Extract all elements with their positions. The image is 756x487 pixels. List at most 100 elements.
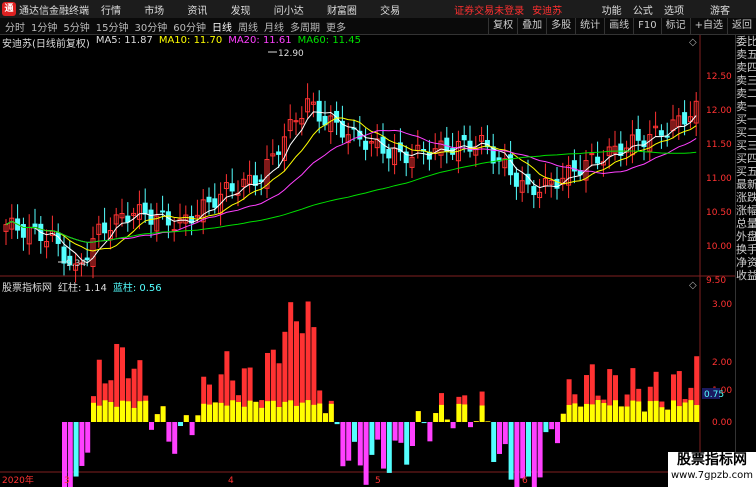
indicator-bar-negative	[352, 422, 357, 442]
indicator-bar-negative	[85, 422, 91, 453]
quote-label: 收益	[736, 269, 756, 282]
quote-label: 外盘	[736, 230, 756, 243]
indicator-bar-negative	[514, 422, 520, 487]
moving-average-lines	[5, 111, 697, 264]
stock-title: 安迪苏(日线前复权)	[2, 39, 90, 50]
indicator-bar-yellow	[601, 403, 607, 422]
indicator-bar-yellow	[433, 413, 439, 422]
indicator-tick: 0.00	[712, 418, 732, 428]
indicator-bar-yellow	[688, 400, 694, 422]
indicator-bar-yellow	[642, 411, 647, 422]
indicator-bar-negative	[73, 422, 79, 477]
indicator-bar-negative	[334, 422, 340, 425]
indicator-bar-negative	[398, 422, 404, 443]
quote-label: 涨幅	[736, 204, 756, 217]
indicator-bar-negative	[427, 422, 433, 442]
quote-side-panel: 委比 卖五 卖四 卖三 卖二 卖一 买一 买二 买三 买四 买五 最新 涨跌 涨…	[735, 35, 756, 487]
indicator-bar-yellow	[584, 403, 589, 422]
indicator-bar-negative	[381, 422, 386, 469]
indicator-bar-negative	[166, 422, 172, 442]
candle-body	[229, 183, 235, 192]
watermark-url: www.7gpzb.com	[671, 470, 753, 481]
indicator-bar-yellow	[114, 406, 120, 422]
indicator-bar-yellow	[294, 405, 299, 422]
indicator-bar-yellow	[102, 400, 108, 422]
quote-label: 卖五	[736, 48, 756, 61]
candle-body	[316, 100, 322, 122]
candle-body	[508, 154, 514, 176]
ma10-line	[5, 117, 697, 252]
collapse-icon[interactable]: ◇	[689, 37, 697, 48]
indicator-bar-yellow	[183, 415, 189, 422]
candle-body	[635, 128, 641, 141]
indicator-tick: 3.00	[712, 300, 732, 310]
indicator-bar-negative	[531, 422, 537, 487]
indicator-bar-yellow	[282, 401, 288, 422]
indicator-bar-yellow	[120, 400, 125, 422]
indicator-bar-yellow	[613, 400, 618, 422]
kline-chart-area[interactable]: 12.50 12.00 11.50 11.00 10.50 10.00 9.50…	[0, 0, 735, 487]
indicator-bar-yellow	[241, 406, 247, 422]
low-price-label: 9.34	[66, 259, 86, 269]
candle-body	[125, 215, 131, 223]
price-axis: 12.50 12.00 11.50 11.00 10.50 10.00 9.50	[706, 72, 732, 286]
quote-label: 总量	[736, 217, 756, 230]
candle-body	[682, 112, 688, 125]
quote-label: 净资	[736, 256, 756, 269]
ma5-value: MA5: 11.87	[95, 35, 153, 46]
quote-label: 卖二	[736, 87, 756, 100]
quote-label: 买四	[736, 152, 756, 165]
high-price-label: 12.90	[278, 49, 304, 59]
indicator-bar-yellow	[131, 407, 137, 422]
indicator-bar-negative	[178, 422, 183, 427]
candle-body	[32, 223, 38, 228]
indicator-bar-negative	[497, 422, 502, 454]
ma10-value: MA10: 11.70	[158, 35, 223, 46]
indicator-bar-negative	[386, 422, 392, 473]
indicator-bar-yellow	[624, 406, 630, 422]
indicator-bar-yellow	[323, 413, 328, 422]
indicator-bar-yellow	[108, 401, 114, 422]
indicator-bar-negative	[450, 422, 456, 429]
x-axis-label: 6	[522, 476, 528, 486]
indicator-bar-yellow	[682, 402, 688, 422]
indicator-bar-yellow	[578, 406, 584, 422]
indicator-bar-negative	[468, 422, 473, 428]
indicator-bar-negative	[340, 422, 346, 467]
indicator-bar-yellow	[462, 404, 468, 422]
quote-label: 委比	[736, 35, 756, 48]
indicator-bar-yellow	[485, 421, 491, 422]
indicator-bar-negative	[555, 422, 560, 444]
indicator-bar-yellow	[572, 403, 578, 422]
x-axis-label: 5	[375, 476, 381, 486]
indicator-bar-yellow	[311, 404, 317, 422]
indicator-bar-yellow	[236, 402, 241, 422]
indicator-bar-negative	[537, 422, 543, 478]
indicator-bar-yellow	[160, 406, 166, 422]
indicator-bar-negative	[79, 422, 85, 466]
indicator-bar-yellow	[653, 400, 659, 422]
collapse-icon[interactable]: ◇	[689, 280, 697, 291]
quote-label: 涨跌	[736, 191, 756, 204]
quote-label: 卖三	[736, 74, 756, 87]
price-tick: 11.50	[706, 140, 732, 150]
indicator-bar-yellow	[276, 407, 282, 422]
price-tick: 10.00	[706, 242, 732, 252]
indicator-bars	[62, 301, 700, 487]
indicator-bar-negative	[410, 422, 415, 447]
quote-label: 卖四	[736, 61, 756, 74]
indicator-bar-yellow	[137, 401, 143, 422]
indicator-bar-negative	[520, 422, 526, 479]
candle-body	[206, 196, 212, 203]
indicator-bar-negative	[375, 422, 381, 440]
indicator-bar-yellow	[247, 400, 253, 422]
indicator-bar-yellow	[230, 400, 236, 422]
ma60-value: MA60: 11.45	[297, 35, 361, 46]
candle-body	[102, 222, 108, 234]
indicator-bar-yellow	[676, 406, 682, 422]
indicator-bar-negative	[357, 422, 363, 466]
candle-body	[531, 186, 537, 196]
quote-label: 买一	[736, 113, 756, 126]
quote-label: 卖一	[736, 100, 756, 113]
price-tick: 11.00	[706, 174, 732, 184]
